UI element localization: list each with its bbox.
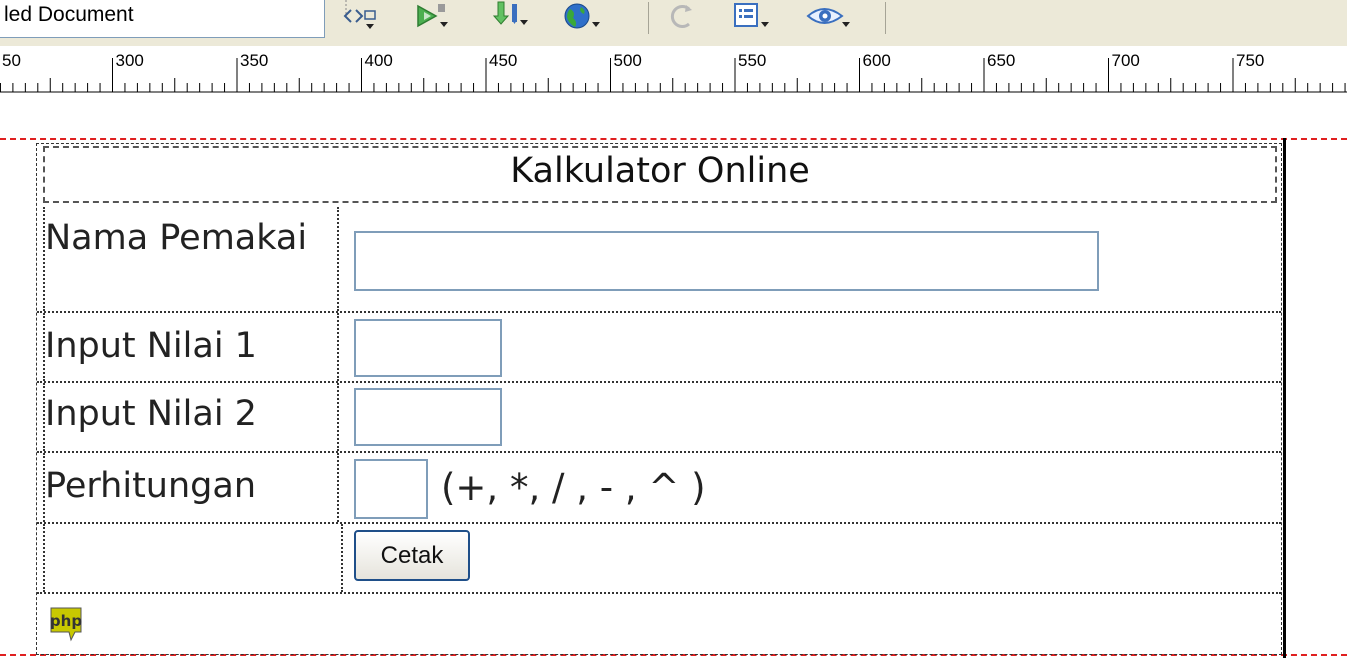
ruler-label: 550 xyxy=(738,51,766,70)
input-nilai-1-field[interactable] xyxy=(354,319,502,377)
cell-nama-pemakai xyxy=(345,207,1281,311)
table-row-perhitungan: Perhitungan (+, *, / , - , ^ ) xyxy=(37,453,1281,524)
cell-input-nilai-1 xyxy=(345,313,1281,381)
input-nilai-2-field[interactable] xyxy=(354,388,502,446)
ruler-label: 450 xyxy=(489,51,517,70)
php-code-icon[interactable]: php xyxy=(49,606,83,642)
preview-browser-icon[interactable] xyxy=(562,0,606,34)
label-nama-pemakai: Nama Pemakai xyxy=(43,207,339,311)
cetak-button[interactable]: Cetak xyxy=(354,530,470,581)
ruler-graphic: 50 300 350 400 450 500 550 600 650 700 750 xyxy=(0,51,1347,93)
nama-pemakai-input[interactable] xyxy=(354,231,1099,291)
empty-label-cell xyxy=(43,524,343,592)
file-management-icon[interactable] xyxy=(490,0,534,34)
document-toolbar: led Document xyxy=(0,0,1347,46)
ruler-label: 600 xyxy=(863,51,891,70)
design-canvas: Kalkulator Online Nama Pemakai Input Nil… xyxy=(0,98,1347,658)
view-options-icon[interactable] xyxy=(732,0,776,34)
toolbar-separator-end xyxy=(885,2,886,34)
operator-hint: (+, *, / , - , ^ ) xyxy=(441,466,706,509)
toolbar-separator xyxy=(648,2,649,34)
refresh-icon[interactable] xyxy=(665,0,699,34)
table-row-input-nilai-2: Input Nilai 2 xyxy=(37,383,1281,453)
label-input-nilai-1: Input Nilai 1 xyxy=(43,313,339,381)
document-title-field[interactable]: led Document xyxy=(0,0,325,38)
ruler-label: 700 xyxy=(1112,51,1140,70)
cell-perhitungan: (+, *, / , - , ^ ) xyxy=(345,453,1281,522)
label-perhitungan: Perhitungan xyxy=(43,453,339,522)
form-title: Kalkulator Online xyxy=(43,146,1277,203)
code-navigator-icon[interactable] xyxy=(340,0,380,34)
table-row-nama-pemakai: Nama Pemakai xyxy=(37,207,1281,313)
horizontal-ruler[interactable]: 50 300 350 400 450 500 550 600 650 700 750 xyxy=(0,46,1347,99)
toolbar-bottom-edge xyxy=(0,38,1347,46)
table-row-input-nilai-1: Input Nilai 1 xyxy=(37,313,1281,383)
label-input-nilai-2: Input Nilai 2 xyxy=(43,383,339,451)
ruler-label: 300 xyxy=(116,51,144,70)
ruler-label: 750 xyxy=(1236,51,1264,70)
cell-input-nilai-2 xyxy=(345,383,1281,451)
php-marker-text: php xyxy=(50,612,82,630)
ruler-label: 650 xyxy=(987,51,1015,70)
calculator-form-table: Kalkulator Online Nama Pemakai Input Nil… xyxy=(36,143,1282,655)
table-row-php: php xyxy=(37,594,1281,654)
ruler-label: 50 xyxy=(2,51,21,70)
validate-icon[interactable] xyxy=(412,0,456,34)
cell-submit: Cetak xyxy=(345,524,1281,592)
page-guide-top xyxy=(0,138,1347,140)
ruler-label: 400 xyxy=(365,51,393,70)
operator-input[interactable] xyxy=(354,459,428,519)
ruler-label: 350 xyxy=(240,51,268,70)
visual-aids-icon[interactable] xyxy=(806,0,854,34)
ruler-label: 500 xyxy=(614,51,642,70)
table-row-submit: Cetak xyxy=(37,524,1281,594)
page-width-edge xyxy=(1283,138,1286,658)
